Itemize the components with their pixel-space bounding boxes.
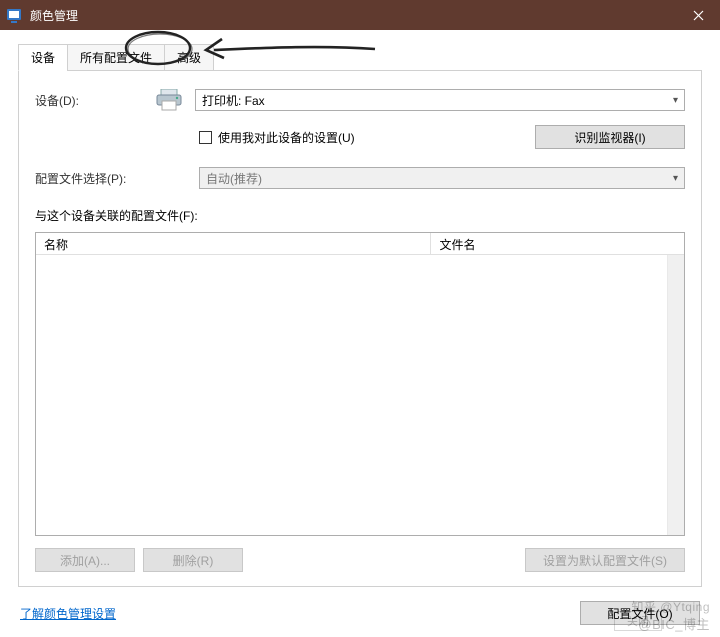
app-icon bbox=[6, 7, 22, 23]
window-title: 颜色管理 bbox=[30, 7, 676, 24]
use-my-settings-checkbox-wrap: 使用我对此设备的设置(U) bbox=[199, 129, 517, 146]
profile-mode-select: 自动(推荐) ▾ bbox=[199, 167, 685, 189]
column-name[interactable]: 名称 bbox=[36, 233, 431, 254]
device-label: 设备(D): bbox=[35, 92, 155, 109]
tab-panel-device: 设备(D): 打印机: Fax ▾ 使用我对此设备的设置(U) 识别监视器(I)… bbox=[18, 70, 702, 587]
dialog-body: 设备 所有配置文件 高级 设备(D): 打印机: bbox=[0, 30, 720, 637]
profile-mode-value: 自动(推荐) bbox=[206, 170, 262, 187]
profiles-listbox[interactable]: 名称 文件名 bbox=[35, 232, 685, 536]
device-select[interactable]: 打印机: Fax ▾ bbox=[195, 89, 685, 111]
remove-button: 删除(R) bbox=[143, 548, 243, 572]
set-default-button: 设置为默认配置文件(S) bbox=[525, 548, 685, 572]
identify-monitors-button[interactable]: 识别监视器(I) bbox=[535, 125, 685, 149]
color-management-window: 颜色管理 设备 所有配置文件 高级 设备(D): bbox=[0, 0, 720, 637]
close-button[interactable] bbox=[676, 0, 720, 30]
use-my-settings-checkbox[interactable] bbox=[199, 131, 212, 144]
titlebar: 颜色管理 bbox=[0, 0, 720, 30]
use-my-settings-label: 使用我对此设备的设置(U) bbox=[218, 129, 355, 146]
footer: 了解颜色管理设置 配置文件(O) bbox=[18, 587, 702, 629]
tab-advanced[interactable]: 高级 bbox=[164, 44, 214, 71]
chevron-down-icon: ▾ bbox=[673, 95, 678, 106]
column-filename[interactable]: 文件名 bbox=[431, 233, 684, 254]
device-select-value: 打印机: Fax bbox=[202, 92, 265, 109]
list-header: 名称 文件名 bbox=[36, 233, 684, 255]
learn-color-management-link[interactable]: 了解颜色管理设置 bbox=[20, 605, 116, 622]
close-ghost-button: 关闭 bbox=[614, 611, 662, 631]
scrollbar[interactable] bbox=[667, 255, 684, 535]
add-button: 添加(A)... bbox=[35, 548, 135, 572]
profile-select-label: 配置文件选择(P): bbox=[35, 170, 155, 187]
list-body bbox=[36, 255, 684, 535]
tab-strip: 设备 所有配置文件 高级 bbox=[18, 44, 702, 71]
associated-profiles-label: 与这个设备关联的配置文件(F): bbox=[35, 207, 685, 224]
chevron-down-icon: ▾ bbox=[673, 173, 678, 184]
tab-device[interactable]: 设备 bbox=[18, 44, 68, 71]
printer-icon bbox=[155, 89, 183, 111]
tab-all-profiles[interactable]: 所有配置文件 bbox=[67, 44, 165, 71]
